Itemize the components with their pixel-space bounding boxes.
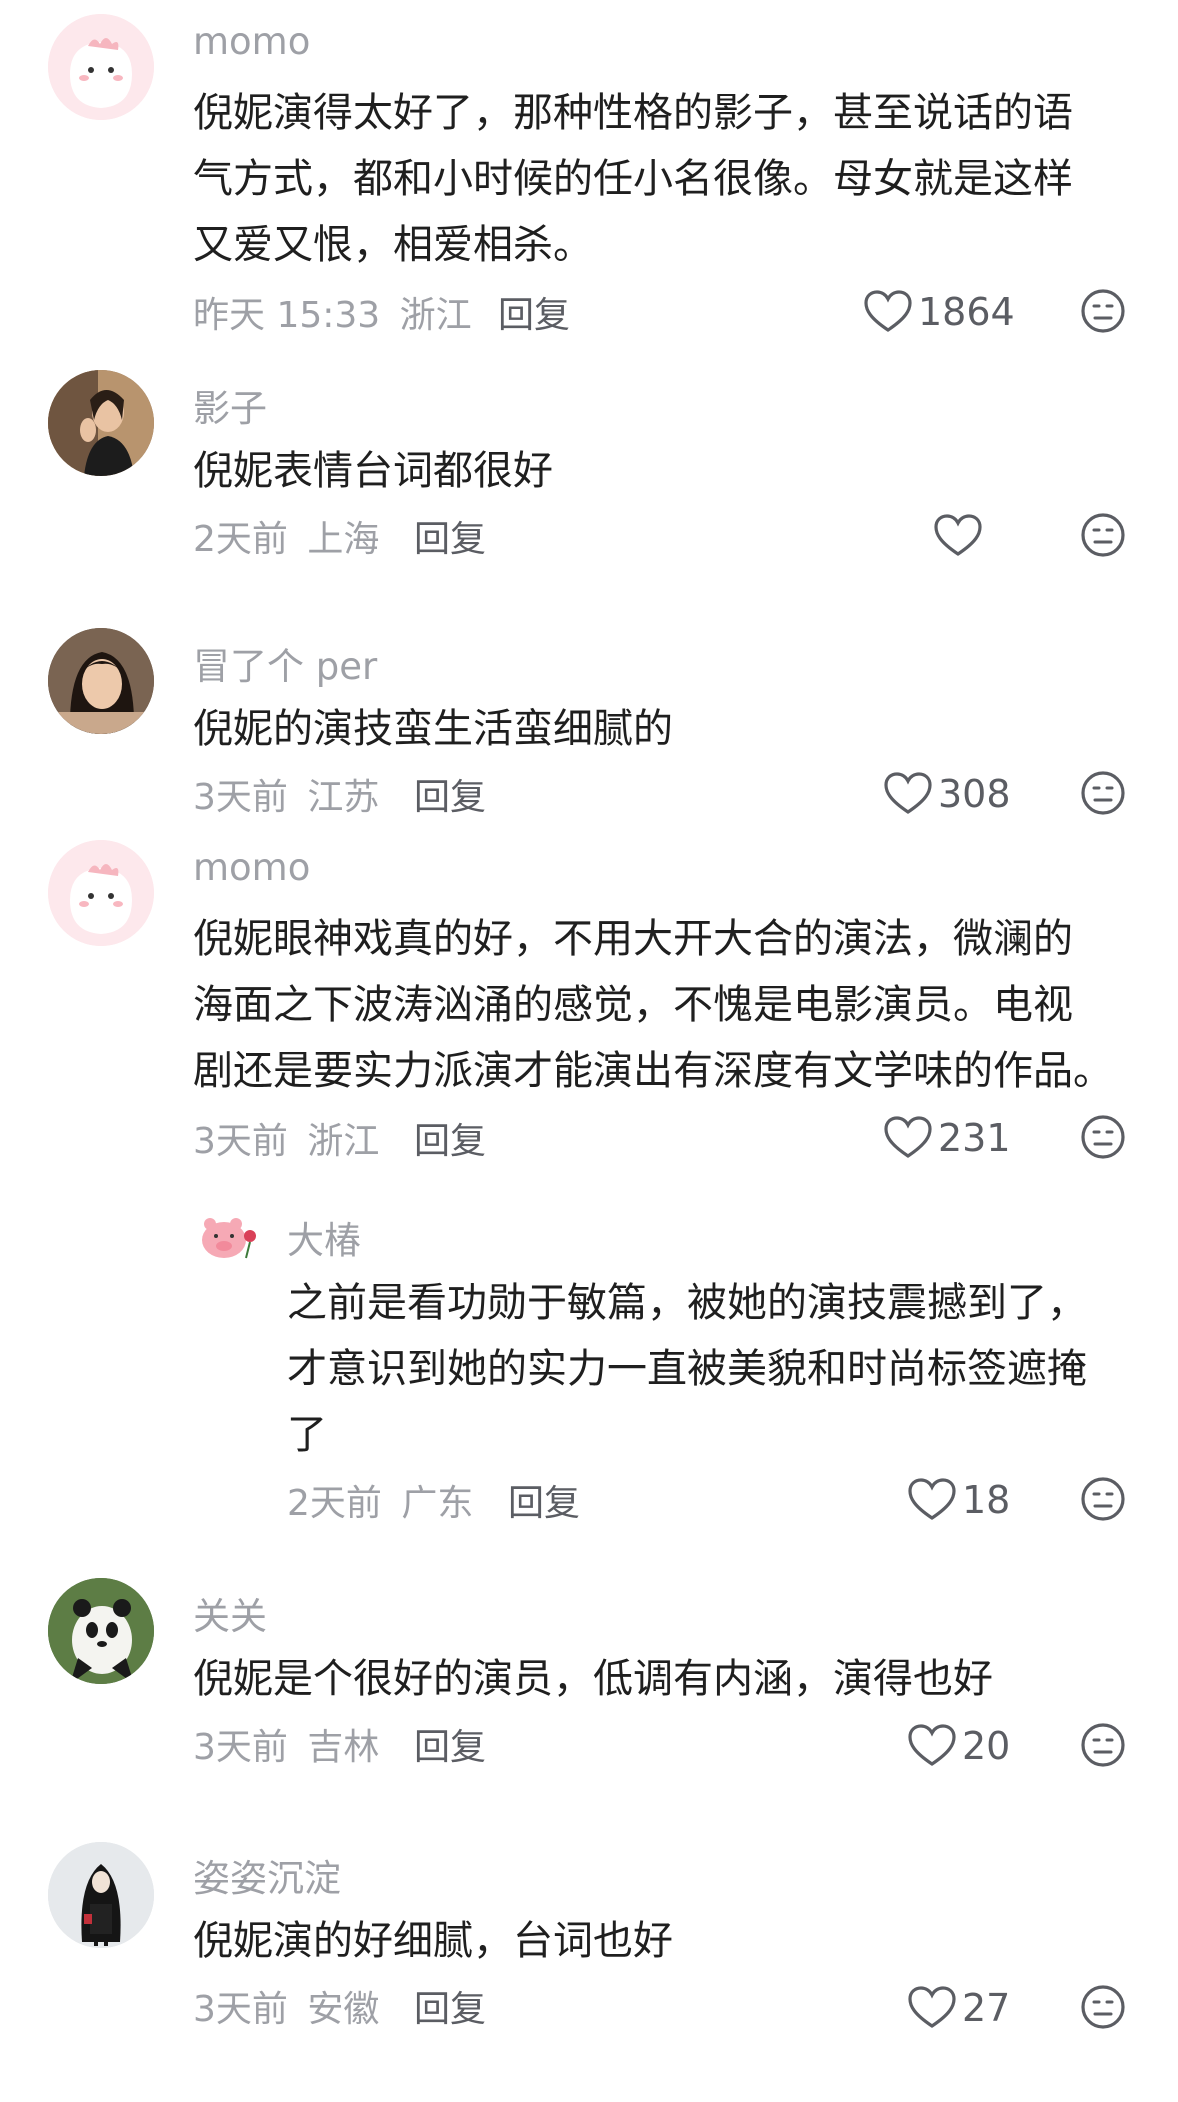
- like-count: 231: [938, 1116, 1011, 1160]
- timestamp: 2天前: [193, 519, 288, 560]
- username[interactable]: 冒了个 per: [193, 636, 377, 690]
- avatar[interactable]: [48, 370, 154, 476]
- comment-meta: 3天前 安徽: [193, 1980, 379, 2032]
- timestamp: 3天前: [193, 1121, 288, 1162]
- dislike-icon[interactable]: [1080, 1114, 1126, 1160]
- comment-text: 之前是看功勋于敏篇，被她的演技震撼到了， 才意识到她的实力一直被美貌和时尚标签遮…: [287, 1280, 1087, 1458]
- username[interactable]: 关关: [193, 1586, 267, 1640]
- like-count: 20: [962, 1724, 1011, 1768]
- like-button[interactable]: 308: [884, 766, 1011, 822]
- location: 广东: [401, 1483, 474, 1524]
- avatar[interactable]: [192, 1200, 264, 1272]
- heart-icon: [934, 514, 982, 556]
- comment-meta: 2天前 上海: [193, 510, 379, 562]
- like-count: 308: [938, 772, 1011, 816]
- heart-icon: [864, 290, 912, 332]
- avatar[interactable]: [48, 840, 154, 946]
- reply-button[interactable]: 回复: [498, 286, 570, 338]
- like-count: 27: [962, 1986, 1011, 2030]
- timestamp: 3天前: [193, 777, 288, 818]
- username[interactable]: 大椿: [287, 1210, 361, 1264]
- comment-meta: 2天前 广东: [287, 1474, 473, 1526]
- avatar[interactable]: [48, 628, 154, 734]
- heart-icon: [908, 1724, 956, 1766]
- heart-icon: [908, 1478, 956, 1520]
- username[interactable]: 影子: [193, 378, 267, 432]
- like-button[interactable]: [934, 508, 988, 564]
- timestamp: 2天前: [287, 1483, 382, 1524]
- dislike-icon[interactable]: [1080, 1722, 1126, 1768]
- location: 吉林: [307, 1727, 380, 1768]
- timestamp: 3天前: [193, 1727, 288, 1768]
- dislike-icon[interactable]: [1080, 1476, 1126, 1522]
- username[interactable]: 姿姿沉淀: [193, 1848, 341, 1902]
- reply-button[interactable]: 回复: [414, 1980, 486, 2032]
- reply-button[interactable]: 回复: [414, 510, 486, 562]
- heart-icon: [908, 1986, 956, 2028]
- like-button[interactable]: 27: [908, 1980, 1010, 2036]
- reply-button[interactable]: 回复: [508, 1474, 580, 1526]
- like-count: 1864: [918, 290, 1015, 334]
- avatar[interactable]: [48, 14, 154, 120]
- comment-meta: 3天前 江苏: [193, 768, 379, 820]
- reply-button[interactable]: 回复: [414, 1112, 486, 1164]
- timestamp: 昨天 15:33: [193, 295, 381, 336]
- location: 浙江: [399, 295, 472, 336]
- reply-button[interactable]: 回复: [414, 1718, 486, 1770]
- heart-icon: [884, 772, 932, 814]
- location: 浙江: [307, 1121, 380, 1162]
- username[interactable]: momo: [193, 20, 310, 63]
- comment-text: 倪妮演得太好了，那种性格的影子，甚至说话的语 气方式，都和小时候的任小名很像。母…: [193, 90, 1073, 268]
- location: 上海: [307, 519, 380, 560]
- comment-text: 倪妮表情台词都很好: [193, 448, 553, 494]
- like-button[interactable]: 1864: [864, 284, 1015, 340]
- comment-text: 倪妮的演技蛮生活蛮细腻的: [193, 706, 673, 752]
- like-button[interactable]: 20: [908, 1718, 1010, 1774]
- location: 安徽: [307, 1989, 380, 2030]
- like-button[interactable]: 18: [908, 1472, 1010, 1528]
- username[interactable]: momo: [193, 846, 310, 889]
- dislike-icon[interactable]: [1080, 1984, 1126, 2030]
- comment-meta: 3天前 吉林: [193, 1718, 379, 1770]
- timestamp: 3天前: [193, 1989, 288, 2030]
- comment-meta: 3天前 浙江: [193, 1112, 379, 1164]
- comment-text: 倪妮演的好细腻，台词也好: [193, 1918, 673, 1964]
- heart-icon: [884, 1116, 932, 1158]
- comment-meta: 昨天 15:33 浙江: [193, 286, 472, 338]
- avatar[interactable]: [48, 1578, 154, 1684]
- dislike-icon[interactable]: [1080, 770, 1126, 816]
- location: 江苏: [307, 777, 380, 818]
- dislike-icon[interactable]: [1080, 288, 1126, 334]
- comment-text: 倪妮眼神戏真的好，不用大开大合的演法，微澜的 海面之下波涛汹涌的感觉，不愧是电影…: [193, 916, 1113, 1094]
- like-button[interactable]: 231: [884, 1110, 1011, 1166]
- comment-text: 倪妮是个很好的演员，低调有内涵，演得也好: [193, 1656, 993, 1702]
- reply-button[interactable]: 回复: [414, 768, 486, 820]
- avatar[interactable]: [48, 1842, 154, 1948]
- like-count: 18: [962, 1478, 1011, 1522]
- dislike-icon[interactable]: [1080, 512, 1126, 558]
